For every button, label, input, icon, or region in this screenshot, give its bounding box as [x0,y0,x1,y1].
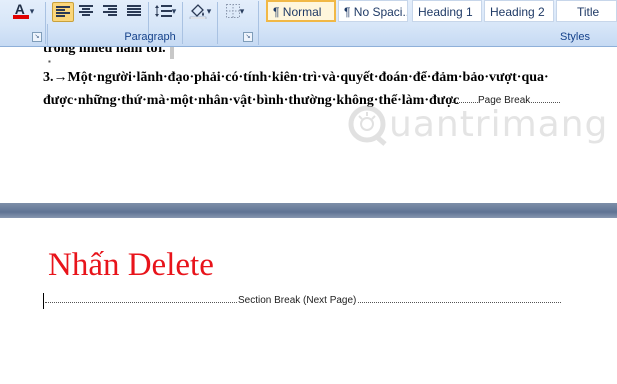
font-color-bar [12,15,29,19]
watermark: uantrimang [345,102,608,146]
group-separator [47,24,48,46]
scroll-marker [170,47,174,59]
separator [45,2,46,44]
style-normal[interactable]: ¶ Normal [266,0,336,22]
borders-button[interactable]: ▾ [220,2,250,20]
partial-text-line: trong nhiều năm tới. [43,47,166,56]
justify-icon [127,5,141,16]
style-heading-2[interactable]: Heading 2 [484,0,554,22]
document-page[interactable]: trong nhiều năm tới. ▪ 3.→Một·người·lãnh… [0,47,617,204]
align-left-icon [56,6,70,17]
font-color-icon: A [12,1,30,20]
borders-icon [225,4,240,18]
align-right-icon [103,5,117,16]
watermark-logo-icon [348,105,387,146]
align-center-icon [79,5,93,16]
line-spacing-button[interactable]: ▾ [151,2,179,20]
watermark-text: uantrimang [389,103,609,145]
text-cursor [43,293,44,309]
chevron-down-icon: ▾ [171,5,177,16]
paragraph-dialog-launcher-icon[interactable]: ↘ [243,32,253,42]
page-separator [0,203,617,218]
font-color-button[interactable]: A ▾ [6,1,40,20]
align-left-button[interactable] [52,2,74,22]
style-no-spacing[interactable]: ¶ No Spaci... [338,0,408,22]
chevron-down-icon: ▾ [206,5,212,16]
paragraph-group-label: Paragraph [124,31,176,43]
line-spacing-icon [154,5,172,17]
big-red-text: Nhấn Delete [48,247,214,283]
group-separator [258,1,259,45]
ribbon: A ▾ ▾ ▾ ▾ ↘ Paragraph ↘ ¶ Normal ¶ No Sp… [0,0,617,47]
font-dialog-launcher-icon[interactable]: ↘ [32,32,42,42]
style-title[interactable]: Title [556,0,617,22]
paragraph-line-1: 3.→Một·người·lãnh·đạo·phải·có·tính·kiên·… [43,70,549,85]
chevron-down-icon: ▾ [239,5,245,16]
document-page-2[interactable]: Nhấn Delete Section Break (Next Page) [0,218,617,384]
section-break-label: Section Break (Next Page) [237,295,358,306]
justify-button[interactable] [124,2,144,20]
chevron-down-icon: ▾ [29,5,35,16]
paragraph-mark-icon: ▪ [48,57,51,66]
shading-button[interactable]: ▾ [185,2,215,20]
style-heading-1[interactable]: Heading 1 [412,0,482,22]
align-center-button[interactable] [76,2,96,20]
styles-group-label: Styles [560,31,590,43]
shading-icon [189,4,206,19]
align-right-button[interactable] [100,2,120,20]
